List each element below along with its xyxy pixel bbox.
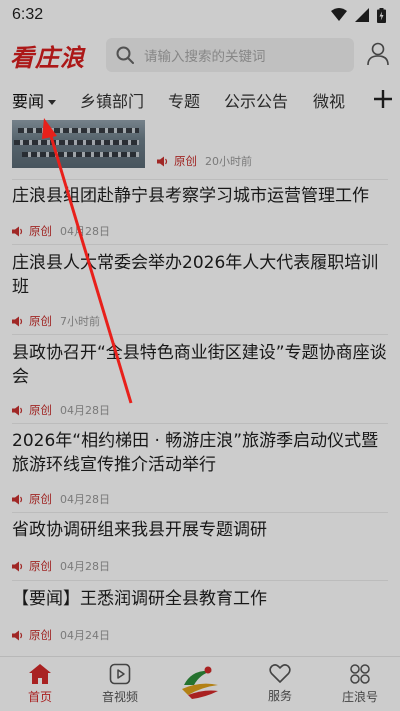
app-logo[interactable]: 看庄浪 — [10, 38, 85, 73]
news-source: 原创 — [29, 492, 52, 506]
tab-announcements[interactable]: 公示公告 — [224, 88, 288, 112]
nav-audio-video[interactable]: 音视频 — [80, 663, 160, 705]
center-logo-icon — [182, 666, 218, 699]
news-time: 04月28日 — [60, 560, 110, 573]
news-title: 【要闻】王悉润调研全县教育工作 — [12, 589, 267, 609]
search-icon — [116, 46, 134, 64]
speaker-icon — [157, 156, 168, 166]
search-bar[interactable]: 请输入搜索的关键词 — [106, 38, 354, 72]
tab-headlines[interactable]: 要闻 — [12, 88, 57, 112]
nav-label: 音视频 — [101, 690, 138, 704]
tab-topics[interactable]: 专题 — [168, 88, 200, 112]
news-time: 04月24日 — [60, 629, 110, 642]
nav-label: 庄浪号 — [341, 690, 378, 704]
speaker-icon — [12, 405, 23, 415]
bottom-nav: 首页 音视频 服务 庄浪号 — [0, 656, 400, 711]
speaker-icon — [12, 226, 23, 236]
news-source: 原创 — [29, 559, 52, 573]
news-meta: 原创 20小时前 — [157, 153, 252, 169]
battery-icon — [377, 7, 386, 23]
nav-zhuanglang-account[interactable]: 庄浪号 — [320, 663, 400, 705]
heart-icon — [269, 664, 291, 683]
play-icon — [109, 663, 131, 685]
status-time: 6:32 — [12, 6, 44, 23]
news-title: 2026年“相约梯田 · 畅游庄浪”旅游季启动仪式暨旅游环线宣传推介活动举行 — [12, 431, 379, 475]
news-meta: 原创 7小时前 — [12, 313, 100, 329]
news-meta: 原创 04月28日 — [12, 402, 110, 418]
news-feed: 原创 20小时前 庄浪县组团赴静宁县考察学习城市运营管理工作 原创 04月28日… — [0, 118, 400, 656]
news-title: 县政协召开“全县特色商业街区建设”专题协商座谈会 — [12, 343, 387, 387]
app-header: 看庄浪 请输入搜索的关键词 — [0, 30, 400, 82]
nav-label: 首页 — [27, 690, 52, 704]
tab-micro-video[interactable]: 微视 — [313, 88, 345, 112]
status-icons — [331, 7, 386, 23]
nav-services[interactable]: 服务 — [240, 663, 320, 704]
search-placeholder: 请输入搜索的关键词 — [144, 49, 266, 65]
news-time: 04月28日 — [60, 493, 110, 506]
nav-home[interactable]: 首页 — [0, 663, 80, 705]
news-source: 原创 — [29, 628, 52, 642]
tab-towns-departments[interactable]: 乡镇部门 — [80, 88, 144, 112]
nav-label: 服务 — [267, 689, 292, 703]
speaker-icon — [12, 561, 23, 571]
dropdown-arrow-icon — [48, 100, 57, 105]
news-thumbnail — [12, 120, 145, 168]
news-source: 原创 — [174, 154, 197, 168]
tab-label: 要闻 — [12, 92, 45, 111]
home-icon — [29, 664, 51, 684]
news-title: 庄浪县组团赴静宁县考察学习城市运营管理工作 — [12, 186, 369, 206]
apps-icon — [350, 664, 370, 684]
news-time: 04月28日 — [60, 404, 110, 417]
news-time: 7小时前 — [60, 315, 100, 328]
wifi-icon — [331, 8, 347, 21]
speaker-icon — [12, 494, 23, 504]
status-bar: 6:32 — [0, 0, 400, 30]
signal-icon — [355, 8, 369, 22]
channel-tabs: 要闻 乡镇部门 专题 公示公告 微视 扌 — [0, 86, 400, 116]
news-time: 20小时前 — [205, 155, 252, 168]
nav-center[interactable] — [160, 661, 240, 701]
app-screen: 6:32 看庄浪 请输入搜索的关键词 要闻 乡镇部门 专题 公示公告 微视 扌 — [0, 0, 400, 711]
speaker-icon — [12, 316, 23, 326]
user-icon[interactable] — [367, 42, 389, 66]
add-channel-icon[interactable] — [372, 88, 394, 110]
news-meta: 原创 04月24日 — [12, 627, 110, 643]
news-meta: 原创 04月28日 — [12, 558, 110, 574]
news-title: 庄浪县人大常委会举办2026年人大代表履职培训班 — [12, 253, 379, 297]
news-meta: 原创 04月28日 — [12, 491, 110, 507]
news-meta: 原创 04月28日 — [12, 223, 110, 239]
speaker-icon — [12, 630, 23, 640]
news-source: 原创 — [29, 403, 52, 417]
news-source: 原创 — [29, 224, 52, 238]
news-time: 04月28日 — [60, 225, 110, 238]
news-title: 省政协调研组来我县开展专题调研 — [12, 520, 267, 540]
news-source: 原创 — [29, 314, 52, 328]
